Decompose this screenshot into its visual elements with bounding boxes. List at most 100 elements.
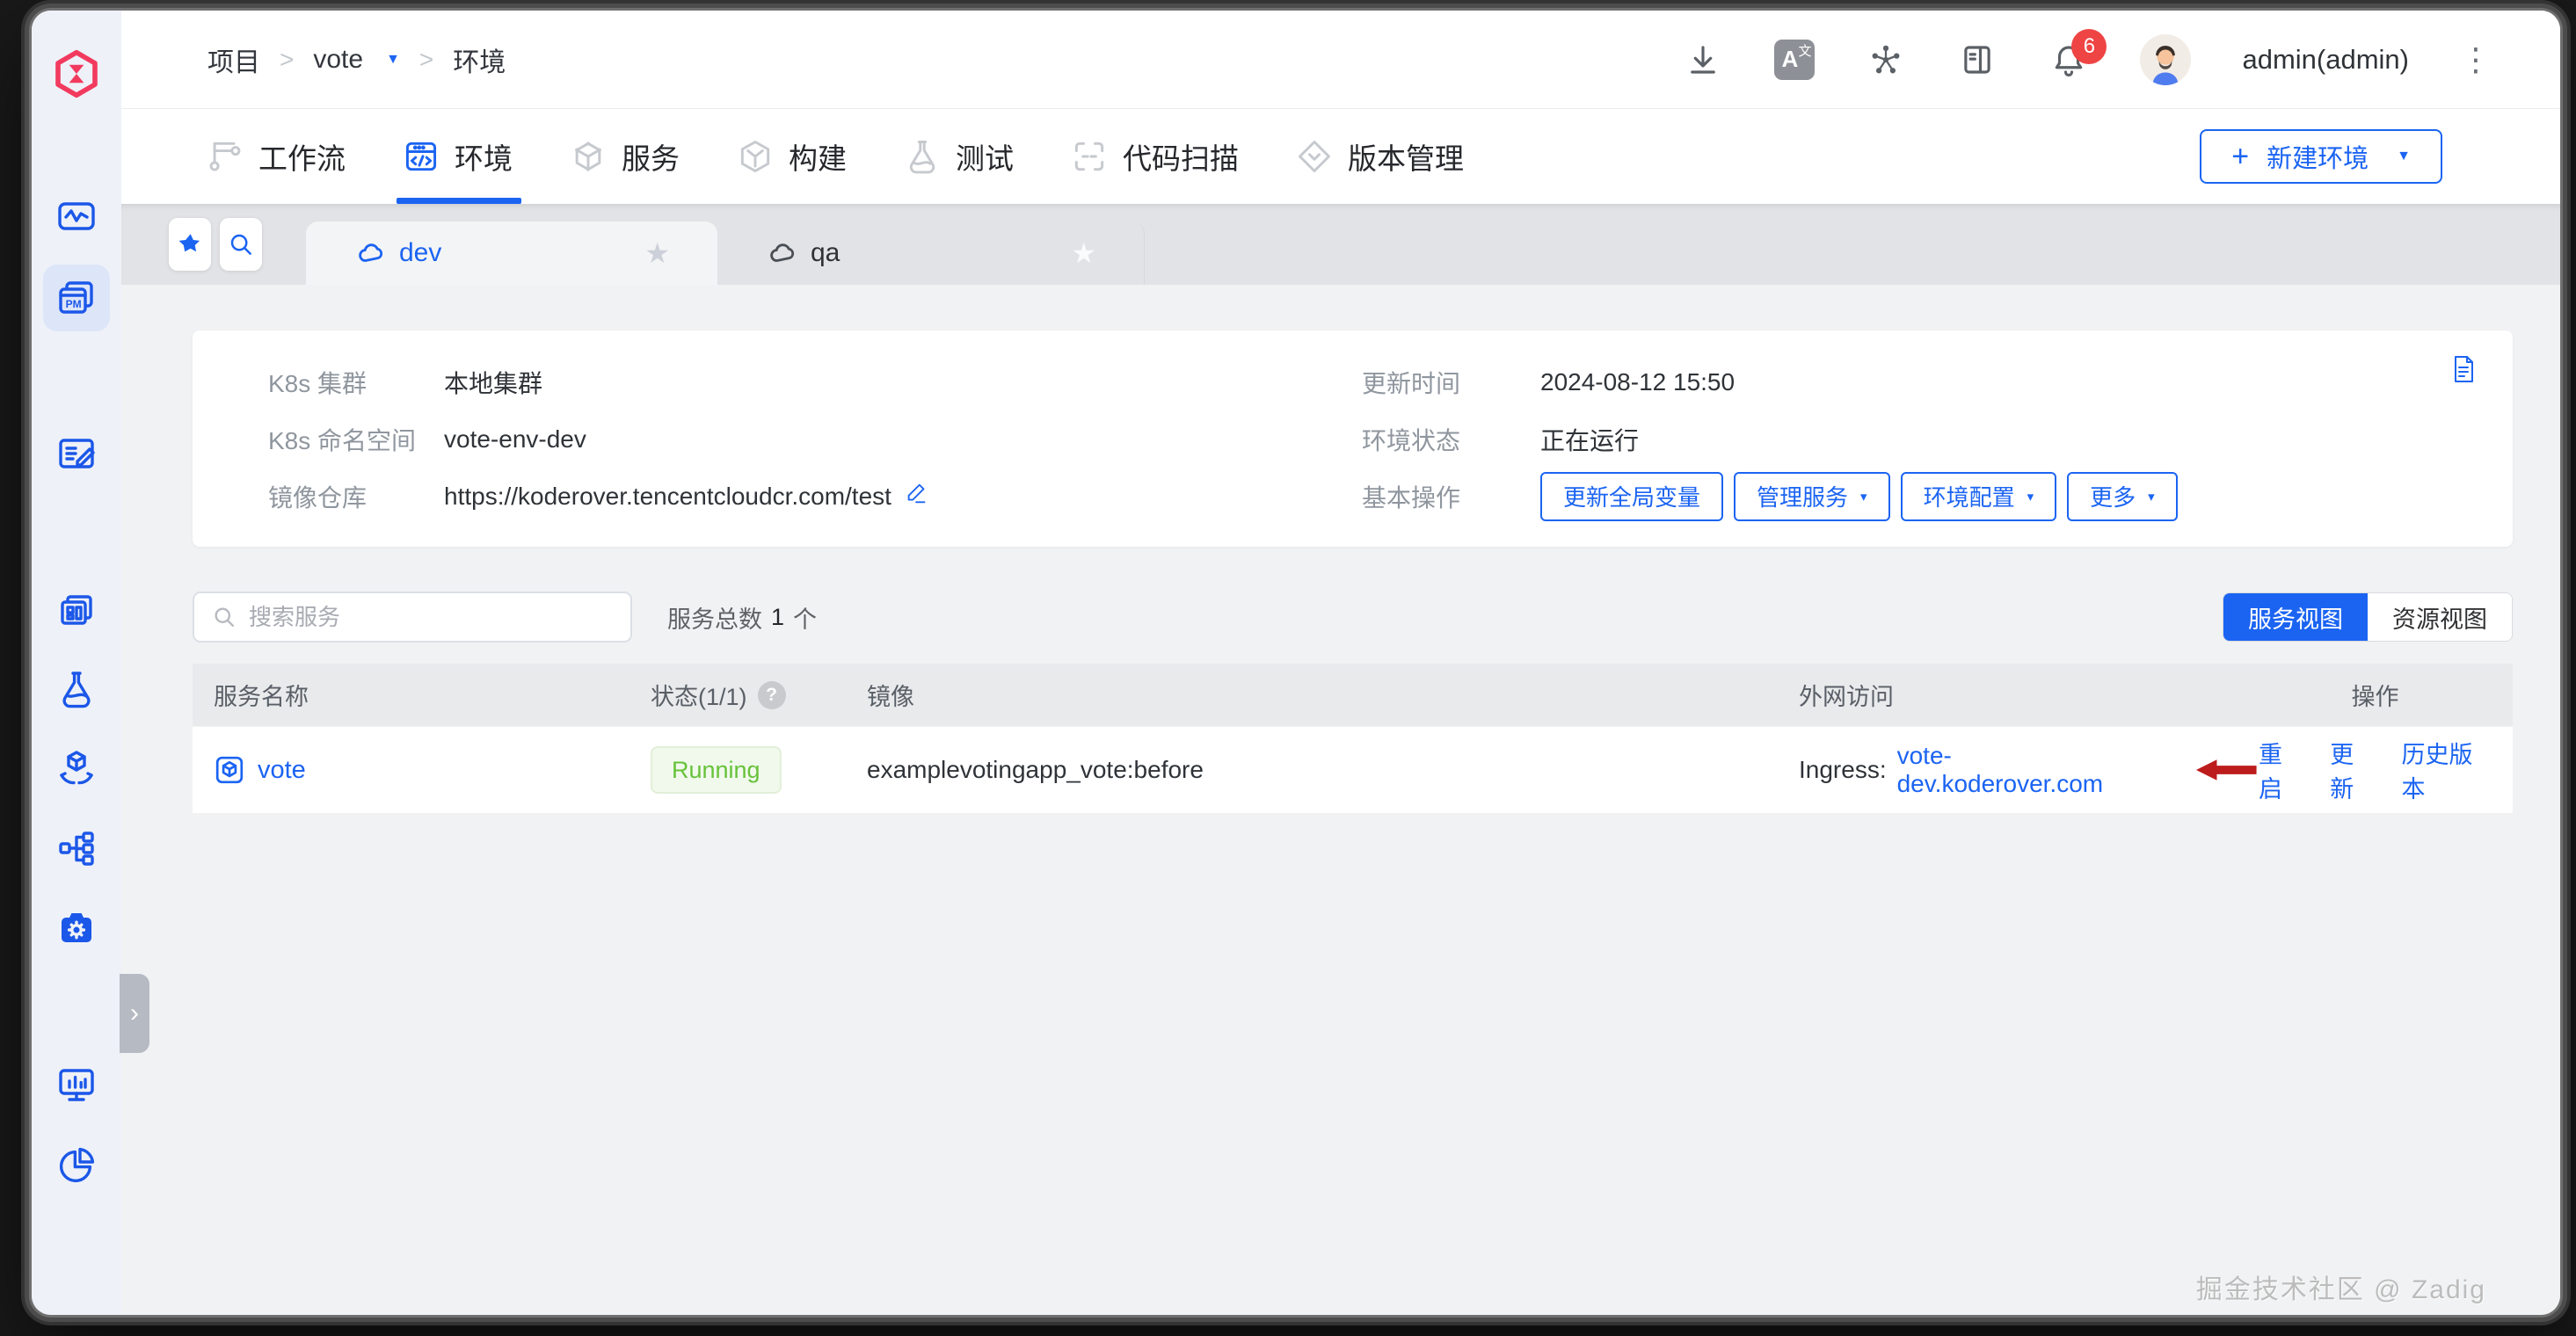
col-image: 镜像 — [867, 684, 914, 710]
module-tabs: 工作流 环境 服务 构建 测试 代码扫描 版本管理 — [206, 109, 1464, 204]
star-icon — [178, 234, 200, 252]
environment-tabs: dev ★ qa ★ — [306, 221, 1145, 285]
sidebar-item-quality[interactable] — [52, 664, 101, 714]
sidebar-item-insight[interactable] — [52, 1141, 101, 1190]
tab-environment[interactable]: 环境 — [397, 109, 521, 204]
favorite-envs-button[interactable] — [169, 218, 211, 271]
env-log-document-icon[interactable] — [2448, 353, 2479, 389]
sidebar-expand-handle[interactable]: › — [120, 974, 149, 1053]
docs-book-icon[interactable] — [1957, 40, 1997, 80]
service-table: 服务名称 状态(1/1) ? 镜像 外网访问 操作 vote Running e… — [193, 664, 2513, 813]
manage-services-button[interactable]: 管理服务 ▾ — [1734, 471, 1890, 521]
tab-test[interactable]: 测试 — [903, 109, 1014, 204]
search-input[interactable] — [249, 603, 613, 631]
translate-icon[interactable]: A 文 — [1774, 39, 1816, 80]
favorite-star-icon[interactable]: ★ — [644, 236, 670, 270]
project-dropdown-caret-icon[interactable]: ▼ — [386, 52, 400, 68]
sidebar-item-dashboard[interactable] — [52, 192, 101, 242]
version-diamond-icon — [1299, 141, 1330, 172]
sidebar: PM › — [32, 11, 149, 1315]
breadcrumb-projects[interactable]: 项目 — [207, 40, 260, 79]
service-view-toggle[interactable]: 服务视图 — [2223, 593, 2368, 641]
dashboard-monitor-icon — [58, 202, 95, 230]
system-settings-icon — [62, 913, 91, 942]
tab-workflow[interactable]: 工作流 — [206, 109, 346, 204]
breadcrumb-separator-icon: > — [280, 45, 295, 73]
col-external-access: 外网访问 — [1799, 684, 1894, 710]
breadcrumb-current-page: 环境 — [453, 47, 506, 77]
help-icon[interactable]: ? — [757, 680, 786, 709]
table-row: vote Running examplevotingapp_vote:befor… — [193, 726, 2513, 813]
sidebar-item-templates[interactable] — [52, 585, 101, 635]
main-area: 项目 > vote ▼ > 环境 A 文 6 admin(admin) ⋮ 工作… — [121, 11, 2560, 1315]
tab-code-scan[interactable]: 代码扫描 — [1070, 109, 1239, 204]
sidebar-item-delivery[interactable] — [52, 744, 101, 794]
projects-pm-icon: PM — [59, 281, 93, 314]
env-status-value: 正在运行 — [1540, 426, 1640, 454]
history-action[interactable]: 历史版本 — [2402, 736, 2492, 804]
service-link[interactable]: vote — [258, 756, 306, 785]
notification-badge: 6 — [2071, 28, 2107, 64]
sidebar-item-resources[interactable] — [52, 824, 101, 873]
tab-version[interactable]: 版本管理 — [1295, 109, 1464, 204]
code-scan-icon — [1074, 142, 1104, 171]
new-environment-button[interactable]: + 新建环境 ▼ — [2200, 129, 2442, 184]
breadcrumb-project-name[interactable]: vote — [313, 45, 363, 75]
service-search-box — [193, 592, 632, 643]
plus-icon: + — [2231, 139, 2250, 173]
field-label: K8s 命名空间 — [268, 426, 417, 454]
restart-action[interactable]: 重启 — [2259, 736, 2303, 804]
favorite-star-icon[interactable]: ★ — [1071, 236, 1096, 270]
environment-content: K8s 集群 本地集群 K8s 命名空间 vote-env-dev 镜像仓库 h… — [121, 285, 2560, 1315]
chevron-right-icon: › — [130, 998, 139, 1027]
image-cell: examplevotingapp_vote:before — [867, 756, 1204, 783]
hub-icon[interactable] — [1866, 40, 1906, 80]
more-actions-button[interactable]: 更多 ▾ — [2067, 471, 2178, 521]
tab-build[interactable]: 构建 — [736, 109, 847, 204]
sidebar-item-projects[interactable]: PM — [52, 273, 101, 323]
sidebar-item-settings[interactable] — [52, 904, 101, 953]
env-tab-dev[interactable]: dev ★ — [306, 221, 717, 285]
breadcrumb: 项目 > vote ▼ > 环境 — [207, 40, 506, 79]
avatar[interactable] — [2140, 33, 2192, 85]
env-tab-qa[interactable]: qa ★ — [717, 221, 1145, 285]
download-icon[interactable] — [1683, 40, 1723, 80]
search-icon — [215, 607, 235, 628]
delivery-box-icon — [60, 751, 93, 785]
update-global-vars-button[interactable]: 更新全局变量 — [1540, 471, 1724, 521]
edit-pencil-icon[interactable] — [904, 480, 930, 512]
service-box-icon — [215, 756, 244, 784]
env-config-button[interactable]: 环境配置 ▾ — [1900, 471, 2057, 521]
tab-services[interactable]: 服务 — [569, 109, 680, 204]
desktop-background: PM › 项目 > vote ▼ > 环境 A 文 6 admin(admin)… — [0, 0, 2576, 1336]
service-name-cell: vote — [214, 754, 651, 786]
quality-flask-icon — [62, 672, 91, 708]
release-note-icon — [59, 439, 95, 468]
chevron-down-icon: ▼ — [2397, 149, 2411, 163]
insight-pie-icon — [59, 1147, 95, 1183]
view-toggle: 服务视图 资源视图 — [2223, 592, 2513, 642]
username[interactable]: admin(admin) — [2242, 44, 2409, 76]
environment-info-card: K8s 集群 本地集群 K8s 命名空间 vote-env-dev 镜像仓库 h… — [193, 330, 2513, 547]
status-badge: Running — [651, 746, 782, 794]
service-cube-icon — [575, 142, 601, 171]
env-info-left: K8s 集群 本地集群 K8s 命名空间 vote-env-dev 镜像仓库 h… — [268, 362, 930, 534]
update-action[interactable]: 更新 — [2330, 736, 2375, 804]
service-total: 服务总数 1 个 — [667, 603, 818, 633]
status-cell: Running — [651, 746, 867, 794]
zadig-logo-icon[interactable] — [52, 49, 101, 98]
field-label: 环境状态 — [1362, 426, 1461, 454]
col-status: 状态(1/1) ? — [651, 678, 867, 712]
k8s-namespace-value: vote-env-dev — [444, 425, 586, 453]
sidebar-item-release[interactable] — [52, 429, 101, 478]
field-label: 更新时间 — [1362, 369, 1461, 397]
bell-icon[interactable]: 6 — [2048, 28, 2107, 80]
row-actions: 重启 更新 历史版本 — [2259, 736, 2492, 804]
resource-view-toggle[interactable]: 资源视图 — [2368, 593, 2512, 641]
search-envs-button[interactable] — [220, 218, 262, 271]
more-kebab-icon[interactable]: ⋮ — [2460, 41, 2492, 78]
ingress-link[interactable]: vote-dev.koderover.com — [1897, 742, 2153, 798]
search-icon — [230, 234, 251, 255]
workflow-icon — [209, 142, 241, 171]
sidebar-item-statistics[interactable] — [52, 1060, 101, 1109]
